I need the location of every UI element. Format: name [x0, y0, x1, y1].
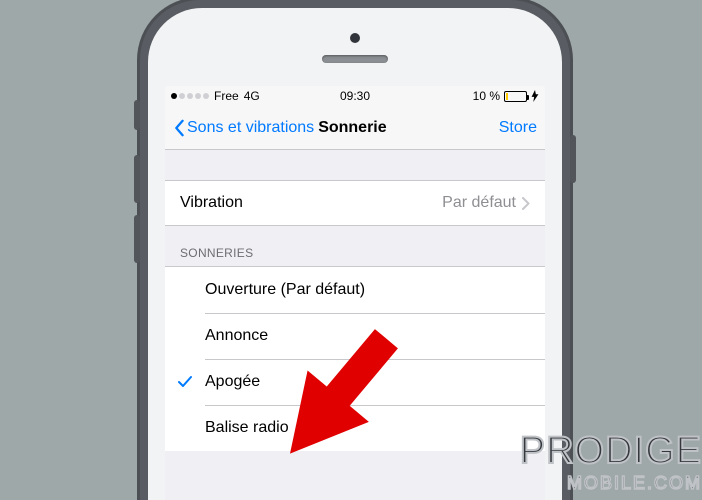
carrier-label: Free	[214, 89, 239, 103]
earpiece-speaker	[322, 55, 388, 63]
chevron-left-icon	[173, 119, 185, 137]
volume-down-button	[134, 215, 140, 263]
ringtone-label: Ouverture (Par défaut)	[205, 281, 365, 299]
battery-icon	[504, 91, 527, 102]
volume-up-button	[134, 155, 140, 203]
checkmark-icon	[177, 374, 193, 390]
vibration-label: Vibration	[180, 194, 243, 212]
watermark-line2: MOBILE.COM	[520, 473, 702, 494]
battery-pct-label: 10 %	[473, 89, 500, 103]
page-title: Sonnerie	[318, 119, 386, 137]
watermark: PRODIGE MOBILE.COM	[520, 430, 702, 494]
charging-bolt-icon	[531, 90, 539, 102]
screen: Free 4G 09:30 10 % Sons et vibrations So…	[165, 86, 545, 500]
mute-switch	[134, 100, 140, 130]
ringtone-label: Apogée	[205, 373, 260, 391]
watermark-line1: PRODIGE	[520, 430, 702, 472]
content-area: Vibration Par défaut SONNERIES Ouverture…	[165, 150, 545, 500]
navigation-bar: Sons et vibrations Sonnerie Store	[165, 106, 545, 150]
ringtones-list: Ouverture (Par défaut) Annonce Apogée Ba…	[165, 266, 545, 451]
power-button	[570, 135, 576, 183]
back-label: Sons et vibrations	[187, 119, 314, 137]
ringtone-row[interactable]: Balise radio	[165, 405, 545, 451]
clock-label: 09:30	[340, 89, 370, 103]
back-button[interactable]: Sons et vibrations	[173, 119, 314, 137]
ringtone-label: Annonce	[205, 327, 268, 345]
phone-frame: Free 4G 09:30 10 % Sons et vibrations So…	[140, 0, 570, 500]
camera-sensor	[350, 33, 360, 43]
ringtones-section-header: SONNERIES	[165, 226, 545, 266]
ringtone-row[interactable]: Annonce	[165, 313, 545, 359]
vibration-value: Par défaut	[442, 194, 516, 212]
phone-bezel: Free 4G 09:30 10 % Sons et vibrations So…	[148, 8, 562, 500]
ringtone-row[interactable]: Ouverture (Par défaut)	[165, 267, 545, 313]
chevron-right-icon	[522, 197, 530, 210]
status-bar: Free 4G 09:30 10 %	[165, 86, 545, 106]
store-button[interactable]: Store	[499, 119, 537, 137]
signal-dots-icon	[171, 93, 209, 99]
ringtone-label: Balise radio	[205, 419, 289, 437]
network-label: 4G	[244, 89, 260, 103]
vibration-cell[interactable]: Vibration Par défaut	[165, 180, 545, 226]
ringtone-row[interactable]: Apogée	[165, 359, 545, 405]
